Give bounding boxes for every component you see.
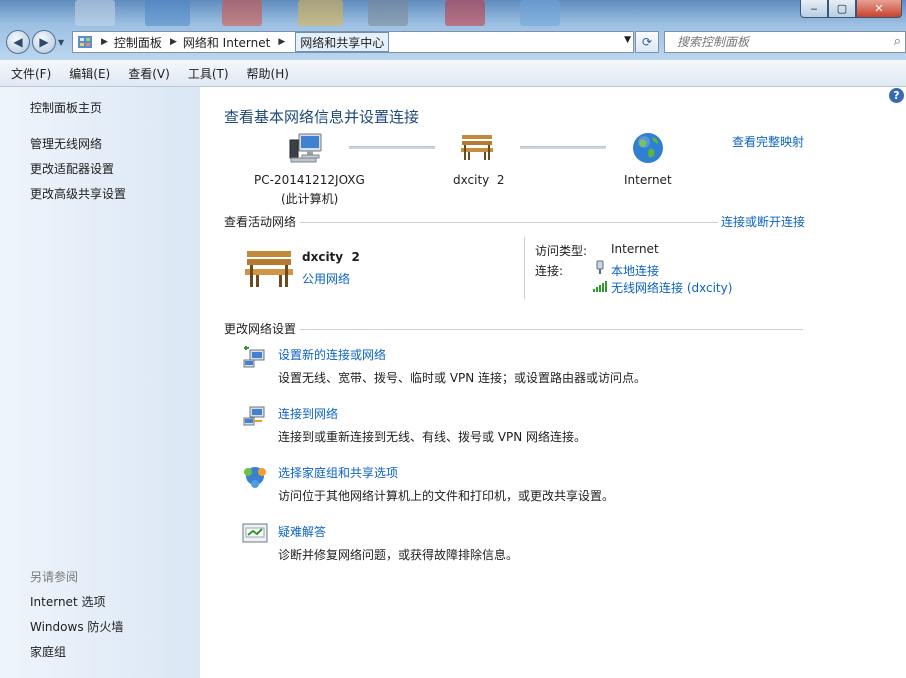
local-connection-link[interactable]: 本地连接 [611,262,659,279]
search-icon[interactable]: ⌕ [894,34,901,49]
section-divider [300,329,803,330]
active-networks-heading: 查看活动网络 [224,215,297,229]
map-internet-label: Internet [624,173,672,187]
bench-icon [461,135,493,160]
refresh-button[interactable]: ⟳ [635,31,659,53]
vertical-divider [524,237,525,299]
view-full-map-link[interactable]: 查看完整映射 [732,133,804,150]
taskbar-blur [298,0,343,26]
map-network-name: dxcity 2 [453,173,505,187]
map-computer-name: PC-20141212JOXG [254,173,365,187]
connect-disconnect-link[interactable]: 连接或断开连接 [721,213,805,230]
close-button[interactable]: ✕ [856,0,902,18]
breadcrumb-label: 网络和 Internet [182,35,271,50]
refresh-icon: ⟳ [641,35,653,49]
control-panel-icon [78,36,92,48]
breadcrumb-arrow-wrap: ▶ [274,32,295,52]
taskbar-blur [445,0,485,26]
homegroup-sharing-link[interactable]: 选择家庭组和共享选项 [278,464,398,481]
setup-connection-link[interactable]: 设置新的连接或网络 [278,346,386,363]
access-type-value: Internet [611,242,659,256]
breadcrumb-control-panel[interactable]: ▶ 控制面板 [97,32,166,52]
search-input[interactable] [675,32,879,52]
public-network-bench-icon[interactable] [243,247,295,289]
menu-file[interactable]: 文件(F) [0,65,58,82]
minimize-button[interactable]: ‒ [800,0,828,18]
breadcrumb-network-sharing-center[interactable]: 网络和共享中心 [295,32,390,52]
menu-help[interactable]: 帮助(H) [236,65,296,82]
maximize-button[interactable]: ▢ [828,0,856,18]
address-bar[interactable]: ▶ 控制面板 ▶ 网络和 Internet ▶ 网络和共享中心 ▼ [72,31,634,53]
sidebar-see-also-title: 另请参阅 [30,570,79,584]
taskbar-blur [145,0,190,26]
window-titlebar: ‒ ▢ ✕ ◀ ▶ ▼ ▶ 控制面板 ▶ 网络和 Internet ▶ 网络和共享中… [0,0,906,60]
menu-view[interactable]: 查看(V) [117,65,177,82]
forward-button[interactable]: ▶ [32,30,56,54]
globe-icon [633,133,663,163]
computer-icon [289,133,322,163]
wireless-connection-link[interactable]: 无线网络连接 (dxcity) [611,279,732,296]
section-divider [300,222,718,223]
taskbar-blur [368,0,408,26]
troubleshoot-link[interactable]: 疑难解答 [278,523,326,540]
map-connector-line [520,146,606,149]
sidebar-change-adapter[interactable]: 更改适配器设置 [30,160,114,177]
menu-edit[interactable]: 编辑(E) [58,65,117,82]
change-settings-heading: 更改网络设置 [224,322,297,336]
page-title: 查看基本网络信息并设置连接 [224,108,420,126]
taskbar-blur [75,0,115,26]
map-computer-sub: (此计算机) [281,192,339,206]
sidebar-control-panel-home[interactable]: 控制面板主页 [30,99,102,116]
sidebar-windows-firewall[interactable]: Windows 防火墙 [30,618,123,635]
sidebar-advanced-sharing[interactable]: 更改高级共享设置 [30,185,126,202]
address-dropdown-icon[interactable]: ▼ [624,35,631,45]
breadcrumb-label: 网络和共享中心 [300,35,385,50]
back-arrow-icon: ◀ [13,35,23,49]
forward-arrow-icon: ▶ [39,35,49,49]
new-connection-icon [243,346,265,368]
breadcrumb-arrow-icon: ▶ [278,37,286,47]
wireless-signal-icon [593,281,607,292]
back-button[interactable]: ◀ [6,30,30,54]
troubleshoot-desc: 诊断并修复网络问题，或获得故障排除信息。 [278,548,519,562]
sidebar-homegroup[interactable]: 家庭组 [30,643,66,660]
homegroup-icon [244,467,266,488]
ethernet-icon [596,260,604,274]
setup-connection-desc: 设置无线、宽带、拨号、临时或 VPN 连接；或设置路由器或访问点。 [278,371,647,385]
connections-label: 连接: [535,264,564,278]
recent-pages-dropdown-icon[interactable]: ▼ [58,38,64,47]
sidebar-internet-options[interactable]: Internet 选项 [30,593,105,610]
map-connector-line [349,146,435,149]
menu-tools[interactable]: 工具(T) [177,65,236,82]
breadcrumb-label: 控制面板 [113,35,162,50]
troubleshoot-icon [242,523,268,543]
access-type-label: 访问类型: [535,244,588,258]
breadcrumb-network-internet[interactable]: ▶ 网络和 Internet [166,32,274,52]
taskbar-blur [222,0,262,26]
breadcrumb-arrow-icon: ▶ [101,37,108,47]
homegroup-sharing-desc: 访问位于其他网络计算机上的文件和打印机，或更改共享设置。 [278,489,615,503]
sidebar-manage-wireless[interactable]: 管理无线网络 [30,135,102,152]
connect-to-network-link[interactable]: 连接到网络 [278,405,338,422]
menu-bar: 文件(F) 编辑(E) 查看(V) 工具(T) 帮助(H) [0,60,906,87]
taskbar-blur [520,0,560,26]
help-icon[interactable]: ? [889,88,904,103]
breadcrumb-arrow-icon: ▶ [169,37,177,47]
search-box[interactable]: ⌕ [664,31,906,53]
connect-to-network-desc: 连接到或重新连接到无线、有线、拨号或 VPN 网络连接。 [278,430,587,444]
connect-network-icon [243,406,265,426]
active-network-name: dxcity 2 [302,250,360,264]
window-controls: ‒ ▢ ✕ [800,0,902,18]
network-type-link[interactable]: 公用网络 [302,270,350,287]
